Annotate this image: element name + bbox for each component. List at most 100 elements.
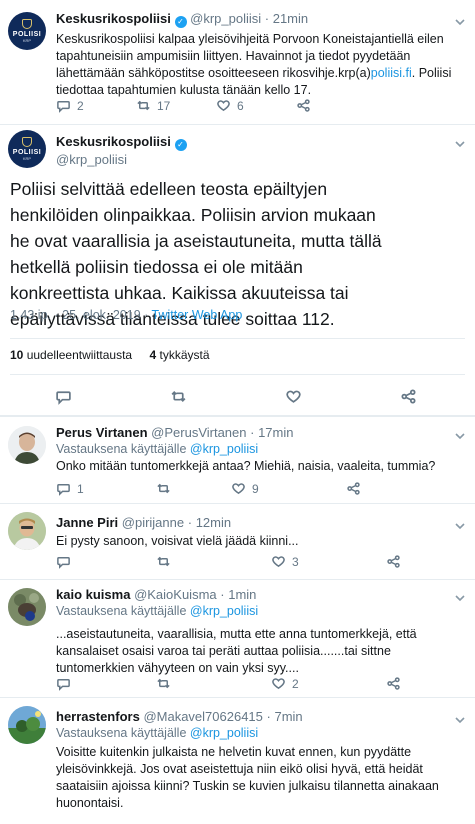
avatar[interactable]: POLIISI KRP: [8, 130, 46, 168]
author-handle[interactable]: @Makavel70626415: [143, 709, 262, 724]
user-avatar-image: [8, 588, 46, 626]
reply-context: Vastauksena käyttäjälle @krp_poliisi: [56, 603, 465, 620]
tweet-time[interactable]: 7min: [274, 709, 302, 724]
divider: [10, 374, 465, 375]
share-button[interactable]: [386, 554, 401, 569]
main-actions: [0, 388, 475, 406]
reply-tweet[interactable]: kaio kuisma @KaioKuisma · 1min Vastaukse…: [0, 580, 475, 695]
reply-to-link[interactable]: @krp_poliisi: [190, 442, 258, 456]
chevron-down-icon[interactable]: [455, 14, 465, 26]
likes-stat[interactable]: 4 tykkäystä: [149, 348, 209, 362]
like-button[interactable]: 3: [271, 554, 386, 569]
share-button[interactable]: [296, 98, 311, 113]
share-icon: [297, 99, 310, 112]
reply-tweet[interactable]: Janne Piri @pirijanne · 12min Ei pysty s…: [0, 504, 475, 579]
author-name[interactable]: Keskusrikospoliisi: [56, 11, 171, 26]
reply-context: Vastauksena käyttäjälle @krp_poliisi: [56, 441, 465, 458]
like-button[interactable]: 6: [216, 98, 296, 113]
tweet-link[interactable]: poliisi.fi: [371, 66, 412, 80]
reply-tweet[interactable]: herrastenfors @Makavel70626415 · 7min Va…: [0, 698, 475, 824]
avatar[interactable]: POLIISI KRP: [8, 12, 46, 50]
author-handle[interactable]: @krp_poliisi: [190, 11, 261, 26]
like-button[interactable]: 2: [271, 676, 386, 691]
police-emblem-icon: [22, 19, 32, 29]
tweet-header: Keskusrikospoliisi ✓ @krp_poliisi · 21mi…: [56, 11, 309, 28]
likes-label: tykkäystä: [159, 348, 210, 362]
like-count: 2: [292, 676, 299, 691]
share-icon: [387, 677, 400, 690]
author-handle[interactable]: @KaioKuisma: [134, 587, 217, 602]
author-name[interactable]: herrastenfors: [56, 709, 140, 724]
tweet-time[interactable]: 12min: [196, 515, 231, 530]
tweet-time[interactable]: 21min: [273, 11, 308, 26]
share-button[interactable]: [400, 388, 417, 410]
retweet-button[interactable]: 17: [136, 98, 216, 113]
main-tweet: POLIISI KRP Keskusrikospoliisi ✓ @krp_po…: [0, 124, 475, 424]
tweet-meta: 1.43 ip. · 25. elok. 2019 · Twitter Web …: [10, 308, 242, 322]
reply-icon: [57, 557, 70, 569]
chevron-down-icon[interactable]: [455, 712, 465, 724]
reply-tweet[interactable]: Perus Virtanen @PerusVirtanen · 17min Va…: [0, 418, 475, 506]
author-name[interactable]: Janne Piri: [56, 515, 118, 530]
police-emblem-icon: [22, 137, 32, 147]
reply-icon: [57, 679, 70, 691]
retweet-icon: [157, 483, 170, 494]
tweet-source[interactable]: Twitter Web App: [152, 308, 243, 322]
like-count: 6: [237, 98, 244, 113]
reply-to-label: Vastauksena käyttäjälle: [56, 604, 190, 618]
share-button[interactable]: [386, 676, 401, 691]
share-button[interactable]: [346, 481, 361, 496]
heart-icon: [217, 100, 230, 112]
user-avatar-image: [8, 512, 46, 550]
author-handle[interactable]: @PerusVirtanen: [151, 425, 246, 440]
tweet-1[interactable]: POLIISI KRP Keskusrikospoliisi ✓ @krp_po…: [0, 0, 475, 126]
share-icon: [401, 389, 416, 404]
retweet-icon: [137, 100, 150, 111]
heart-icon: [232, 483, 245, 495]
verified-icon: ✓: [174, 139, 187, 151]
tweet-timestamp[interactable]: 1.43 ip. · 25. elok. 2019 ·: [10, 308, 152, 322]
avatar-subtext: KRP: [22, 156, 32, 161]
tweet-time[interactable]: 1min: [228, 587, 256, 602]
avatar-subtext: KRP: [22, 38, 32, 43]
heart-icon: [272, 556, 285, 568]
author-handle[interactable]: @krp_poliisi: [56, 151, 187, 168]
chevron-down-icon[interactable]: [455, 590, 465, 602]
engagement-stats: 10 uudelleentwiittausta 4 tykkäystä: [10, 348, 210, 362]
chevron-down-icon[interactable]: [455, 518, 465, 530]
author-name[interactable]: Keskusrikospoliisi: [56, 134, 171, 149]
like-button[interactable]: 9: [231, 481, 346, 496]
reply-button[interactable]: [56, 554, 156, 569]
tweet-time[interactable]: 17min: [258, 425, 293, 440]
avatar[interactable]: [8, 426, 46, 464]
reply-button[interactable]: 1: [56, 481, 116, 496]
reply-icon: [57, 484, 70, 496]
retweet-button[interactable]: [170, 388, 187, 410]
retweet-button[interactable]: [116, 481, 231, 496]
tweet-text: Onko mitään tuntomerkkejä antaa? Miehiä,…: [56, 459, 436, 473]
reply-button[interactable]: 2: [56, 98, 136, 113]
tweet-text: Voisitte kuitenkin julkaista ne helvetin…: [56, 745, 439, 810]
avatar[interactable]: [8, 706, 46, 744]
tweet-text: ...aseistautuneita, vaarallisia, mutta e…: [56, 627, 417, 675]
retweet-count: 17: [157, 98, 171, 113]
retweet-button[interactable]: [156, 676, 271, 691]
share-icon: [347, 482, 360, 495]
chevron-down-icon[interactable]: [455, 428, 465, 440]
avatar[interactable]: [8, 512, 46, 550]
tweet-text: Ei pysty sanoon, voisivat vielä jäädä ki…: [56, 534, 299, 548]
avatar[interactable]: [8, 588, 46, 626]
reply-button[interactable]: [56, 676, 156, 691]
author-name[interactable]: Perus Virtanen: [56, 425, 148, 440]
author-handle[interactable]: @pirijanne: [122, 515, 184, 530]
likes-count: 4: [149, 348, 157, 362]
author-name[interactable]: kaio kuisma: [56, 587, 130, 602]
avatar-text: POLIISI: [12, 149, 42, 156]
retweet-button[interactable]: [156, 554, 271, 569]
reply-button[interactable]: [55, 388, 72, 410]
retweets-stat[interactable]: 10 uudelleentwiittausta: [10, 348, 135, 362]
like-button[interactable]: [285, 388, 302, 410]
chevron-down-icon[interactable]: [455, 136, 465, 148]
reply-to-link[interactable]: @krp_poliisi: [190, 726, 258, 740]
reply-to-link[interactable]: @krp_poliisi: [190, 604, 258, 618]
